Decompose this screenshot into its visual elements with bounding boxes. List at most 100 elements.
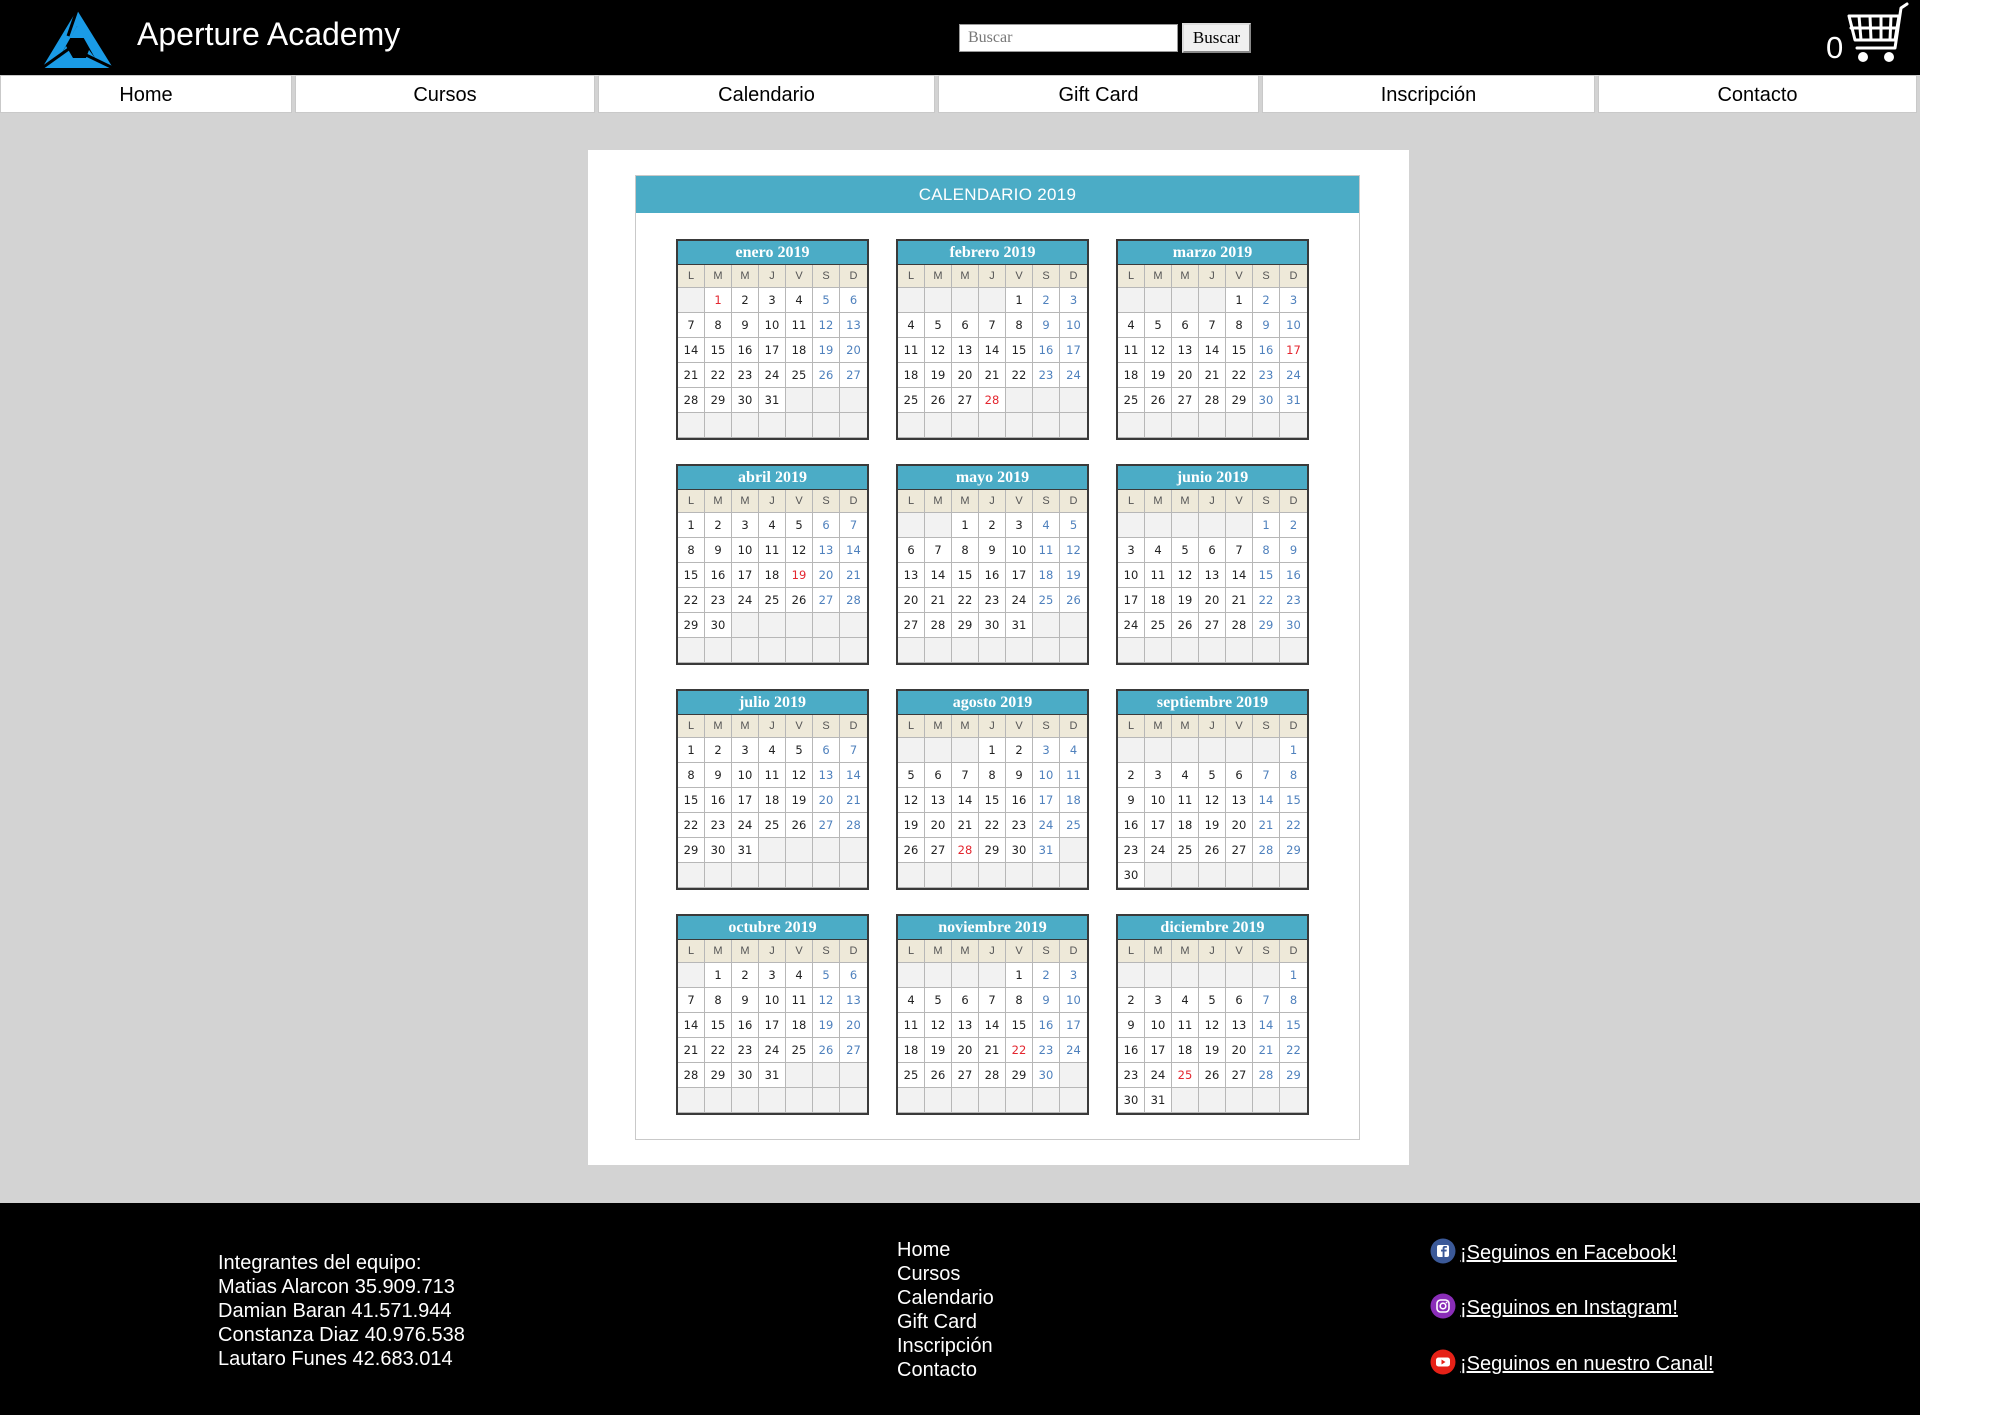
day-cell: 16	[732, 338, 759, 363]
day-cell: 14	[952, 788, 979, 813]
footer-link-gift-card[interactable]: Gift Card	[897, 1310, 994, 1334]
nav-cursos[interactable]: Cursos	[295, 75, 595, 113]
search-input[interactable]	[959, 24, 1178, 52]
day-cell: 27	[813, 813, 840, 838]
youtube-link[interactable]: ¡Seguinos en nuestro Canal!	[1460, 1353, 1714, 1375]
aperture-logo-icon[interactable]	[40, 8, 115, 70]
day-cell: 28	[952, 838, 979, 863]
day-cell: 22	[1006, 363, 1033, 388]
day-cell: 1	[1253, 513, 1280, 538]
shopping-cart-icon[interactable]	[1843, 2, 1909, 66]
day-cell: 10	[759, 313, 786, 338]
day-cell: 5	[1060, 513, 1087, 538]
day-cell: 10	[1118, 563, 1145, 588]
empty-day-cell	[705, 413, 732, 438]
empty-day-cell	[925, 513, 952, 538]
day-cell: 16	[979, 563, 1006, 588]
search-button[interactable]: Buscar	[1182, 23, 1251, 53]
day-cell: 31	[1006, 613, 1033, 638]
brand-name[interactable]: Aperture Academy	[137, 16, 400, 53]
day-cell: 30	[1253, 388, 1280, 413]
day-cell: 8	[705, 313, 732, 338]
nav-calendario[interactable]: Calendario	[598, 75, 935, 113]
day-cell: 20	[952, 1038, 979, 1063]
day-cell: 10	[1145, 1013, 1172, 1038]
day-cell: 9	[979, 538, 1006, 563]
empty-day-cell	[1280, 638, 1307, 663]
day-cell: 13	[952, 338, 979, 363]
weekday-header: J	[979, 715, 1006, 738]
empty-day-cell	[678, 1088, 705, 1113]
footer-link-contacto[interactable]: Contacto	[897, 1358, 994, 1382]
instagram-icon[interactable]	[1430, 1293, 1456, 1319]
weekday-header: M	[1172, 715, 1199, 738]
day-cell: 11	[1172, 788, 1199, 813]
empty-day-cell	[678, 413, 705, 438]
weekday-header: M	[1172, 940, 1199, 963]
empty-day-cell	[925, 288, 952, 313]
nav-gift-card[interactable]: Gift Card	[938, 75, 1259, 113]
day-cell: 5	[925, 988, 952, 1013]
footer-link-cursos[interactable]: Cursos	[897, 1262, 994, 1286]
empty-day-cell	[898, 963, 925, 988]
day-cell: 1	[979, 738, 1006, 763]
empty-day-cell	[1199, 863, 1226, 888]
month-calendar: febrero 2019 L M M J V S D 1 2 3 4 5 6 7 8 9 10 11 12 13 14 15…	[896, 239, 1089, 440]
day-cell: 26	[925, 388, 952, 413]
empty-day-cell	[898, 513, 925, 538]
day-cell: 24	[1145, 838, 1172, 863]
weekday-header: D	[840, 490, 867, 513]
empty-day-cell	[1060, 413, 1087, 438]
footer-link-inscripcion[interactable]: Inscripción	[897, 1334, 994, 1358]
empty-day-cell	[952, 738, 979, 763]
facebook-link[interactable]: ¡Seguinos en Facebook!	[1460, 1242, 1677, 1264]
day-cell: 5	[1145, 313, 1172, 338]
weekday-header: D	[1280, 265, 1307, 288]
weekday-header: M	[1145, 265, 1172, 288]
day-cell: 29	[1253, 613, 1280, 638]
empty-day-cell	[1172, 963, 1199, 988]
day-cell: 29	[678, 613, 705, 638]
footer-link-home[interactable]: Home	[897, 1238, 994, 1262]
nav-contacto[interactable]: Contacto	[1598, 75, 1917, 113]
day-cell: 4	[759, 738, 786, 763]
day-cell: 10	[1033, 763, 1060, 788]
day-cell: 20	[1226, 813, 1253, 838]
day-cell: 14	[678, 1013, 705, 1038]
weekday-header: V	[1226, 940, 1253, 963]
empty-day-cell	[898, 288, 925, 313]
weekday-header: J	[979, 490, 1006, 513]
day-cell: 23	[1006, 813, 1033, 838]
empty-day-cell	[1226, 1088, 1253, 1113]
facebook-icon[interactable]	[1430, 1238, 1456, 1264]
day-cell: 23	[1253, 363, 1280, 388]
weekday-header: M	[925, 715, 952, 738]
footer-link-calendario[interactable]: Calendario	[897, 1286, 994, 1310]
nav-home[interactable]: Home	[0, 75, 292, 113]
weekday-header: L	[1118, 715, 1145, 738]
day-cell: 25	[1172, 1063, 1199, 1088]
youtube-icon[interactable]	[1430, 1349, 1456, 1375]
empty-day-cell	[1006, 413, 1033, 438]
day-cell: 26	[1172, 613, 1199, 638]
empty-day-cell	[1006, 388, 1033, 413]
weekday-header: L	[678, 715, 705, 738]
instagram-link[interactable]: ¡Seguinos en Instagram!	[1460, 1297, 1678, 1319]
day-cell: 26	[813, 363, 840, 388]
day-cell: 14	[840, 763, 867, 788]
empty-day-cell	[952, 863, 979, 888]
empty-day-cell	[732, 863, 759, 888]
empty-day-cell	[1060, 1063, 1087, 1088]
empty-day-cell	[813, 1063, 840, 1088]
empty-day-cell	[1145, 413, 1172, 438]
day-cell: 1	[678, 738, 705, 763]
month-calendar: enero 2019 L M M J V S D 1 2 3 4 5 6 7 8 9 10 11 12 13 14 15 16…	[676, 239, 869, 440]
day-cell: 18	[898, 363, 925, 388]
day-cell: 25	[1060, 813, 1087, 838]
day-cell: 10	[1280, 313, 1307, 338]
nav-inscripcion[interactable]: Inscripción	[1262, 75, 1595, 113]
day-cell: 7	[1199, 313, 1226, 338]
team-member: Damian Baran 41.571.944	[218, 1300, 452, 1322]
weekday-header: V	[786, 715, 813, 738]
day-cell: 2	[1006, 738, 1033, 763]
